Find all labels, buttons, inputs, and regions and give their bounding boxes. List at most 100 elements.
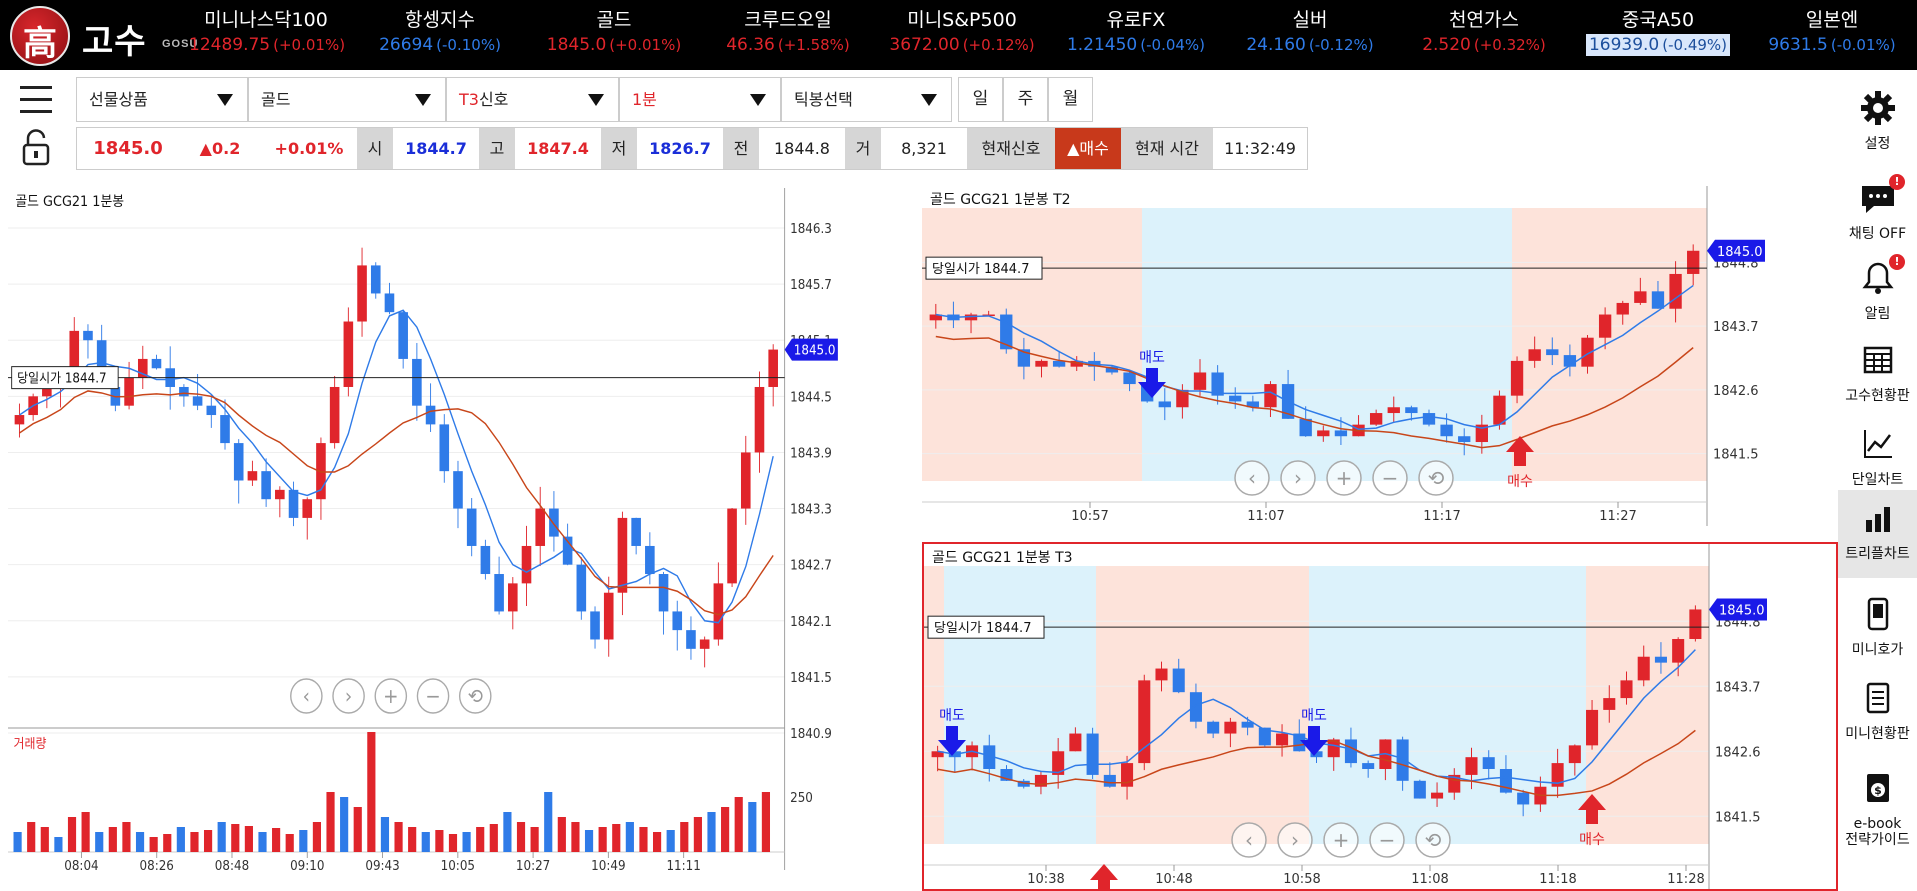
selector-dropdown[interactable]: 틱봉선택 xyxy=(781,77,952,122)
svg-text:+: + xyxy=(1336,466,1353,490)
volume-label: 거래량 xyxy=(14,735,47,751)
svg-text:1844.5: 1844.5 xyxy=(790,389,832,405)
ticker-name: 유로FX xyxy=(1106,9,1166,31)
ticker-item[interactable]: 실버 24.160 (-0.12%) xyxy=(1230,6,1390,66)
ticker-item[interactable]: 유로FX 1.21450 (-0.04%) xyxy=(1056,6,1216,66)
prev-icon[interactable]: ‹ xyxy=(1231,822,1267,858)
candle xyxy=(220,399,230,450)
selector-dropdown[interactable]: 1분 xyxy=(619,77,781,122)
zoom-in-icon[interactable]: + xyxy=(1326,460,1362,496)
x-tick-label: 09:10 xyxy=(290,852,325,873)
sidebar-item[interactable]: 미니현황판 xyxy=(1838,670,1917,758)
sidebar-item[interactable]: 트리플차트 xyxy=(1838,490,1917,578)
svg-text:1845.0: 1845.0 xyxy=(794,342,836,358)
ticker-item[interactable]: 미니S&P500 3672.00 (+0.12%) xyxy=(882,6,1042,66)
sidebar-item-label: 미니현황판 xyxy=(1845,726,1910,742)
selector-dropdown[interactable]: T3신호 xyxy=(446,77,619,122)
sidebar-item[interactable]: ! 채팅 OFF xyxy=(1838,170,1917,258)
sidebar-item[interactable]: 설정 xyxy=(1838,80,1917,168)
next-icon[interactable]: › xyxy=(1277,822,1313,858)
candle xyxy=(699,636,710,668)
gosu-logo[interactable]: 高 고수 GOSU xyxy=(10,6,200,66)
prev-icon[interactable]: ‹ xyxy=(290,678,323,714)
y-tick-label: 1842.1 xyxy=(790,613,832,629)
ticker-item[interactable]: 천연가스 2.520 (+0.32%) xyxy=(1404,6,1564,66)
sell-zone xyxy=(944,566,1096,844)
sidebar-item[interactable]: ! 알림 xyxy=(1838,250,1917,338)
ticker-bar: 高 고수 GOSU 미니나스닥100 12489.75 (+0.01%) 항셍지수 26… xyxy=(0,0,1917,70)
sidebar-item[interactable]: 고수현황판 xyxy=(1838,332,1917,420)
volume-bar xyxy=(380,817,390,852)
sell-zone xyxy=(1142,208,1512,481)
notification-badge: ! xyxy=(1889,174,1905,190)
volume-bar xyxy=(163,834,172,852)
zoom-in-icon[interactable]: + xyxy=(374,678,408,714)
volume-bar xyxy=(761,792,771,852)
ticker-item[interactable]: 크루드오일 46.36 (+1.58%) xyxy=(708,6,868,66)
zoom-out-icon[interactable]: − xyxy=(1369,822,1405,858)
svg-text:당일시가 1844.7: 당일시가 1844.7 xyxy=(934,621,1031,636)
ticker-item[interactable]: 항셍지수 26694 (-0.10%) xyxy=(360,6,520,66)
volume-bar xyxy=(394,822,403,852)
x-tick-label: 10:27 xyxy=(516,852,550,873)
next-icon[interactable]: › xyxy=(1280,460,1316,496)
candle xyxy=(275,486,285,518)
svg-text:‹: ‹ xyxy=(303,684,310,708)
t3-chart[interactable]: 당일시가 1844.7 1844.8 1843.7 1842.6 1841.5 1845.… xyxy=(922,542,1838,891)
svg-text:1841.5: 1841.5 xyxy=(1713,448,1759,463)
zoom-out-icon[interactable]: − xyxy=(416,678,450,714)
volume-bar xyxy=(353,807,362,852)
ticker-name: 일본엔 xyxy=(1805,9,1859,31)
ticker-item[interactable]: 골드 1845.0 (+0.01%) xyxy=(534,6,694,66)
svg-text:10:48: 10:48 xyxy=(1155,872,1192,887)
volume-bar xyxy=(503,812,512,852)
reset-icon[interactable]: ⟲ xyxy=(1415,822,1451,858)
chevron-down-icon xyxy=(750,94,766,106)
volume-bar xyxy=(312,822,322,852)
notification-badge: ! xyxy=(1889,254,1905,270)
period-button[interactable]: 주 xyxy=(1003,77,1048,122)
period-button[interactable]: 월 xyxy=(1048,77,1093,122)
unlock-icon[interactable] xyxy=(14,128,58,168)
ticker-value: 2.520 (+0.32%) xyxy=(1422,35,1546,55)
main-chart[interactable]: 당일시가 1844.71846.31845.71845.11844.51843.… xyxy=(8,188,854,873)
candle xyxy=(343,307,354,397)
clipboard-icon xyxy=(1858,678,1898,718)
candle xyxy=(1086,727,1099,779)
menu-icon[interactable] xyxy=(12,80,62,120)
candle xyxy=(713,562,724,646)
ticker-item[interactable]: 미니나스닥100 12489.75 (+0.01%) xyxy=(186,6,346,66)
period-button[interactable]: 일 xyxy=(958,77,1003,122)
ebook-icon: $ xyxy=(1858,768,1898,808)
sidebar-item[interactable]: 미니호가 xyxy=(1838,586,1917,674)
svg-text:−: − xyxy=(1379,828,1396,852)
volume-bar xyxy=(680,822,689,852)
volume-panel: 거래량 250 xyxy=(8,727,813,852)
selector-dropdown[interactable]: 골드 xyxy=(248,77,446,122)
ticker-item[interactable]: 중국A50 16939.0 (-0.49%) xyxy=(1578,6,1738,66)
t2-chart[interactable]: 당일시가 1844.7 1844.8 1843.7 1842.6 1841.5 1845.… xyxy=(922,186,1788,526)
svg-text:1845.7: 1845.7 xyxy=(790,277,832,293)
next-icon[interactable]: › xyxy=(332,678,365,714)
buy-zone xyxy=(924,566,944,844)
ticker-item[interactable]: 일본엔 9631.5 (-0.01%) xyxy=(1752,6,1912,66)
candle xyxy=(247,460,258,486)
logo-name-korean: 고수 xyxy=(82,22,147,62)
chart-title: 골드 GCG21 1분봉 T3 xyxy=(932,550,1073,566)
prev-icon[interactable]: ‹ xyxy=(1234,460,1270,496)
candle xyxy=(1413,779,1426,799)
sidebar-item[interactable]: $ e-book 전략가이드 xyxy=(1838,760,1917,848)
reset-icon[interactable]: ⟲ xyxy=(458,678,492,714)
ticker-value: 16939.0 (-0.49%) xyxy=(1585,34,1731,56)
svg-text:09:10: 09:10 xyxy=(290,857,324,873)
candle xyxy=(179,384,189,407)
selector-dropdown[interactable]: 선물상품 xyxy=(76,77,248,122)
y-tick-label: 1846.3 xyxy=(790,220,832,236)
volume-bar xyxy=(721,807,730,852)
volume-bar xyxy=(326,792,335,852)
reset-icon[interactable]: ⟲ xyxy=(1418,460,1454,496)
volume-bar xyxy=(544,792,553,852)
zoom-in-icon[interactable]: + xyxy=(1323,822,1359,858)
zoom-out-icon[interactable]: − xyxy=(1372,460,1408,496)
y-tick-label: 1840.9 xyxy=(790,725,832,741)
